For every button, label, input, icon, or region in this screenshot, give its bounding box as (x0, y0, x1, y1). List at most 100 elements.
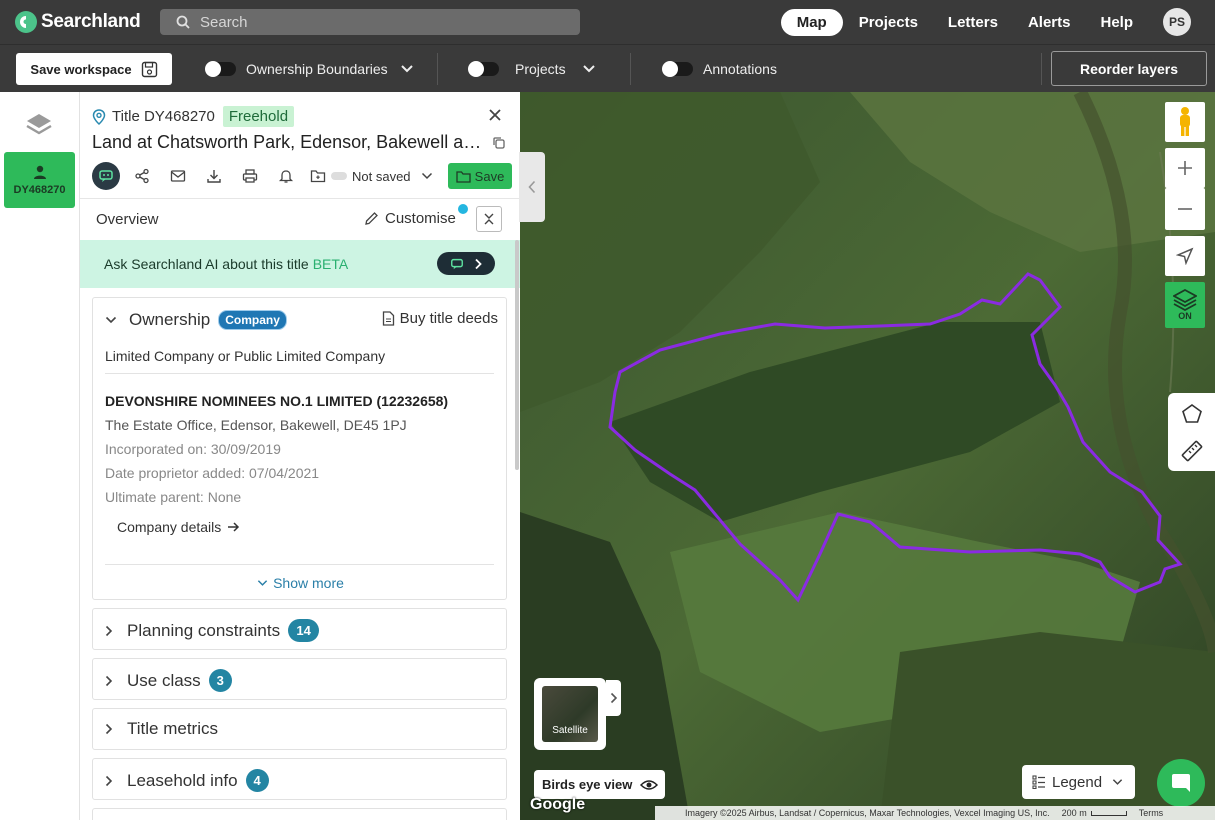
legend-label: Legend (1052, 773, 1103, 791)
pegman-icon (1180, 107, 1190, 136)
nav-help[interactable]: Help (1100, 14, 1133, 31)
save-workspace-button[interactable]: Save workspace (16, 53, 172, 85)
save-status: Not saved (352, 168, 411, 184)
title-tab[interactable]: DY468270 (4, 152, 75, 208)
project-select[interactable]: Not saved (310, 169, 433, 184)
overview-tab[interactable]: Overview (96, 211, 159, 228)
toggle-label: Ownership Boundaries (246, 61, 388, 77)
reorder-layers-button[interactable]: Reorder layers (1051, 51, 1207, 86)
customise-button[interactable]: Customise (364, 210, 456, 227)
save-button[interactable]: Save (448, 163, 512, 189)
ownership-header[interactable]: Ownership Company (105, 310, 287, 330)
google-logo: Google (530, 796, 586, 813)
toggle-label: Annotations (703, 61, 777, 77)
chevron-down-icon[interactable] (582, 64, 596, 74)
basemap-switcher[interactable]: Satellite (534, 678, 606, 750)
navigation-arrow-icon (1176, 247, 1194, 265)
locate-button[interactable] (1165, 236, 1205, 276)
search-icon (176, 15, 190, 29)
buy-title-deeds-button[interactable]: Buy title deeds (382, 310, 498, 327)
download-icon[interactable] (200, 162, 228, 190)
chat-bubble-icon (1172, 774, 1190, 792)
chevron-down-icon (421, 172, 432, 180)
share-icon[interactable] (128, 162, 156, 190)
ai-chat-icon[interactable] (92, 162, 120, 190)
basemap-expand-button[interactable] (606, 680, 621, 716)
company-details-link[interactable]: Company details (117, 519, 240, 535)
app-name: Searchland (41, 11, 141, 32)
beta-label: BETA (312, 256, 349, 272)
copy-icon[interactable] (492, 136, 506, 155)
ai-banner[interactable]: Ask Searchland AI about this title BETA (80, 240, 520, 288)
ownership-card: Ownership Company Buy title deeds Limite… (92, 297, 507, 600)
scale-label: 200 m (1061, 808, 1087, 818)
section-title-metrics[interactable]: Title metrics (92, 708, 507, 750)
toggle-ownership-boundaries[interactable]: Ownership Boundaries (205, 53, 414, 85)
search-input[interactable]: Search (160, 9, 580, 35)
collapse-panel-handle[interactable] (519, 152, 545, 222)
toggle-label: Projects (515, 61, 566, 77)
toggle-annotations[interactable]: Annotations (662, 53, 777, 85)
draw-tools (1168, 393, 1215, 471)
polygon-icon[interactable] (1181, 403, 1203, 425)
layers-icon[interactable] (24, 110, 54, 140)
status-pill (331, 172, 347, 180)
section-planning-constraints[interactable]: Planning constraints 14 (92, 608, 507, 650)
ai-open-button[interactable] (437, 252, 495, 275)
count-badge: 14 (288, 619, 320, 642)
top-bar: Searchland Search Map Projects Letters A… (0, 0, 1215, 44)
zoom-in-button[interactable] (1165, 148, 1205, 188)
section-leasehold-info[interactable]: Leasehold info 4 (92, 758, 507, 800)
terms-link[interactable]: Terms (1139, 808, 1164, 818)
layer-toolbar: Save workspace Ownership Boundaries Proj… (0, 44, 1215, 92)
save-label: Save (474, 168, 505, 184)
zoom-out-button[interactable] (1165, 188, 1205, 230)
satellite-thumbnail[interactable]: Satellite (542, 686, 598, 742)
count-badge: 3 (208, 669, 232, 692)
support-chat-button[interactable] (1157, 759, 1205, 807)
nav-projects[interactable]: Projects (859, 14, 918, 31)
toggle-projects[interactable]: Projects (468, 53, 596, 85)
map-imagery[interactable] (520, 92, 1215, 820)
divider (105, 564, 494, 565)
nav-letters[interactable]: Letters (948, 14, 998, 31)
title-tab-label: DY468270 (13, 184, 66, 196)
map-attribution: Imagery ©2025 Airbus, Landsat / Copernic… (655, 806, 1215, 820)
section-next[interactable] (92, 808, 507, 820)
section-label: Planning constraints (127, 620, 281, 640)
location-pin-icon (92, 108, 106, 125)
layers-toggle-button[interactable]: ON (1165, 282, 1205, 328)
section-use-class[interactable]: Use class 3 (92, 658, 507, 700)
nav-alerts[interactable]: Alerts (1028, 14, 1071, 31)
app-logo[interactable]: Searchland (15, 11, 141, 33)
scale-bar (1090, 810, 1127, 816)
toggle-switch[interactable] (468, 61, 499, 77)
birds-eye-view-button[interactable]: Birds eye view (534, 770, 665, 799)
logo-icon (15, 11, 37, 33)
mail-icon[interactable] (164, 162, 192, 190)
user-avatar[interactable]: PS (1163, 8, 1191, 36)
legend-button[interactable]: Legend (1022, 765, 1135, 799)
bell-icon[interactable] (272, 162, 300, 190)
nav-map[interactable]: Map (780, 8, 843, 36)
show-more-button[interactable]: Show more (93, 575, 508, 591)
section-label: Title metrics (127, 719, 218, 738)
panel-scrollbar[interactable] (515, 240, 519, 470)
proprietor-added-date: Date proprietor added: 07/04/2021 (105, 465, 320, 481)
title-name: Land at Chatsworth Park, Edensor, Bakewe… (92, 132, 487, 152)
toggle-switch[interactable] (662, 61, 693, 77)
close-icon[interactable] (488, 106, 502, 127)
minus-icon (1178, 208, 1192, 210)
search-placeholder: Search (200, 13, 248, 31)
street-view-pegman[interactable] (1165, 102, 1205, 142)
print-icon[interactable] (236, 162, 264, 190)
chevron-right-icon (105, 723, 113, 735)
chevron-right-icon (475, 258, 482, 269)
ruler-icon[interactable] (1180, 439, 1204, 463)
chevron-down-icon[interactable] (400, 64, 414, 74)
toggle-switch[interactable] (205, 61, 236, 77)
collapse-all-button[interactable] (476, 206, 502, 232)
main-nav: Map Projects Letters Alerts Help PS (780, 0, 1215, 44)
satellite-map[interactable] (520, 92, 1215, 820)
incorporated-date: Incorporated on: 30/09/2019 (105, 441, 281, 457)
